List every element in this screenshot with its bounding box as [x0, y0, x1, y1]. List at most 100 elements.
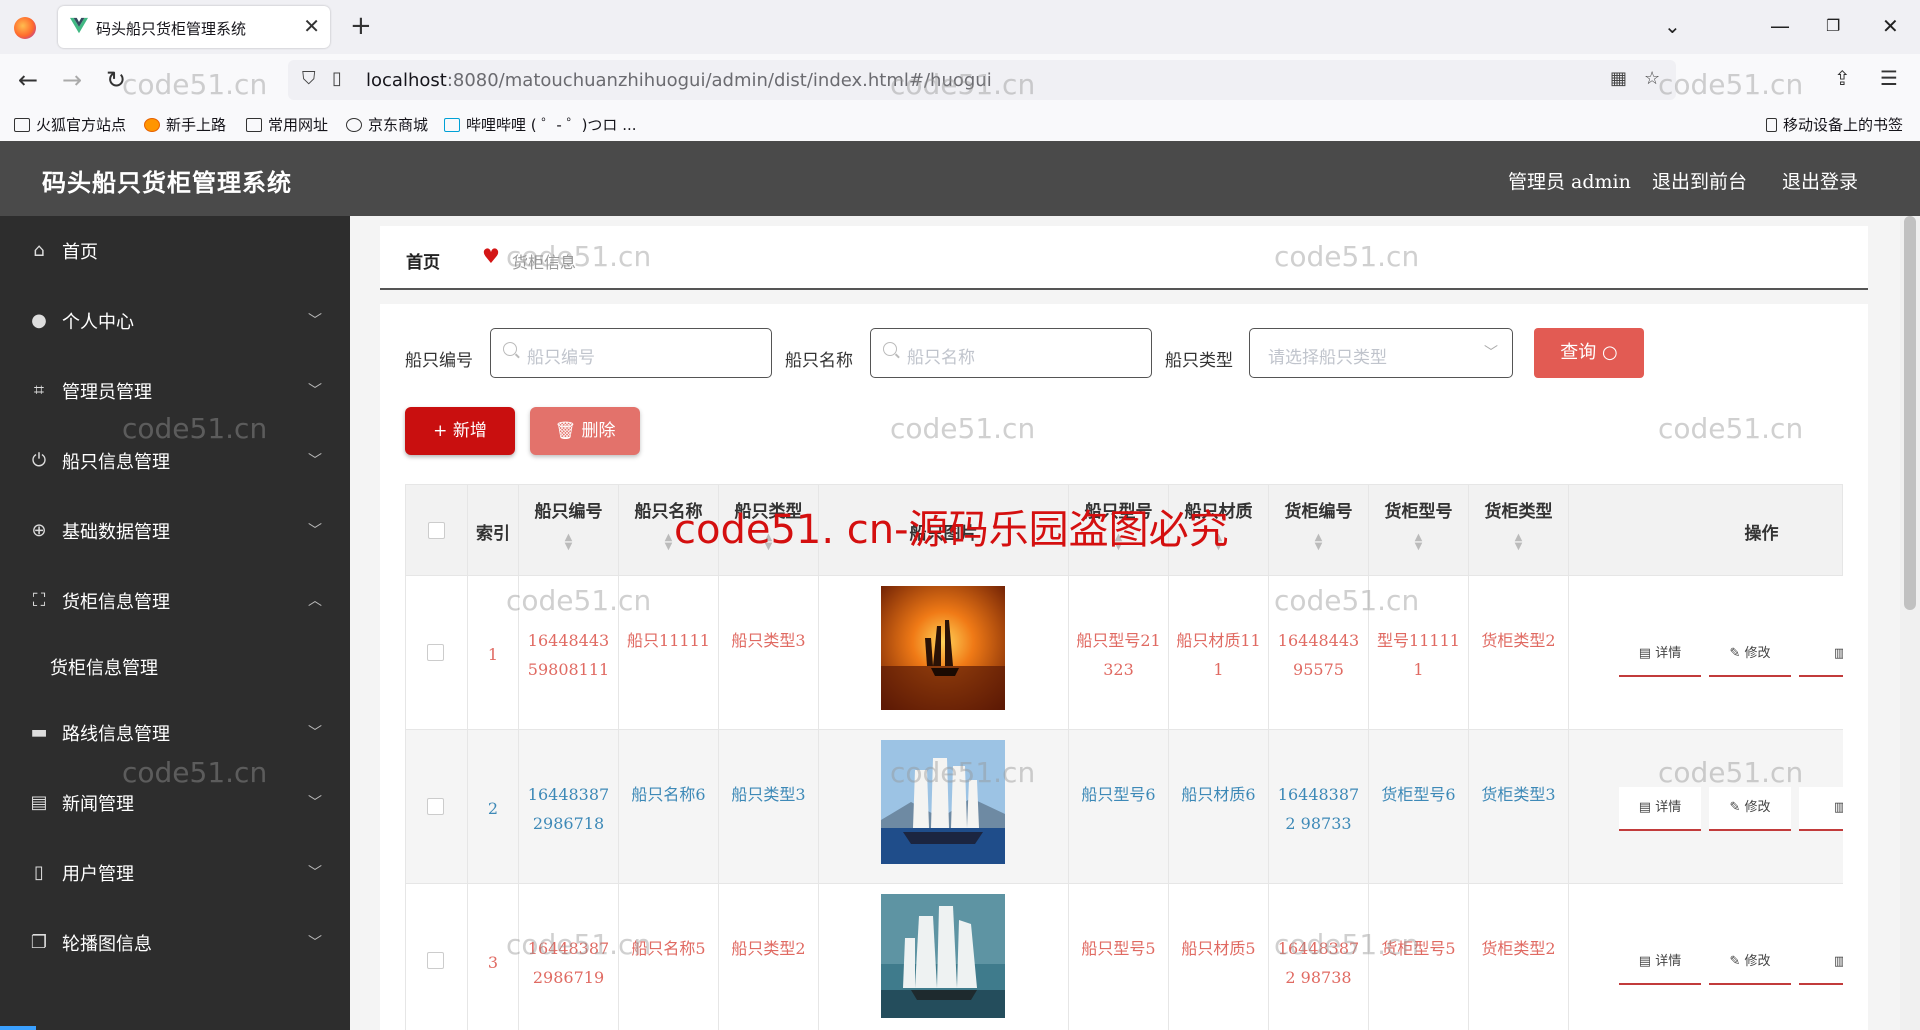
delete-row-button[interactable]: ▥: [1799, 633, 1843, 677]
page-icon[interactable]: ▯: [332, 68, 342, 89]
minimize-icon[interactable]: —: [1770, 12, 1790, 40]
th-ship-model[interactable]: 船只型号 ▲ ▼: [1069, 485, 1169, 577]
sidebar-item-admin-management[interactable]: ⌗ 管理员管理 ﹀: [0, 356, 350, 426]
sidebar-item-carousel[interactable]: ❐ 轮播图信息 ﹀: [0, 908, 350, 978]
sort-icon[interactable]: ▲ ▼: [1469, 533, 1568, 552]
sort-icon[interactable]: ▲ ▼: [719, 533, 818, 552]
sidebar-item-news[interactable]: ▤ 新闻管理 ﹀: [0, 768, 350, 838]
sort-icon[interactable]: ▲ ▼: [1369, 533, 1468, 552]
bookmark-item[interactable]: 新手上路: [144, 114, 226, 135]
qr-code-icon[interactable]: ▦: [1610, 68, 1627, 89]
bookmark-item[interactable]: 京东商城: [346, 114, 428, 135]
select-all-checkbox[interactable]: [428, 522, 445, 539]
add-button[interactable]: + 新增: [405, 407, 515, 455]
detail-button[interactable]: ▤ 详情: [1619, 633, 1701, 677]
th-container-no[interactable]: 货柜编号 ▲ ▼: [1269, 485, 1369, 577]
bookmark-item[interactable]: 常用网址: [246, 114, 328, 135]
back-icon[interactable]: ←: [18, 66, 38, 94]
cell-text: 船只11111: [627, 631, 710, 650]
delete-row-button[interactable]: ▥: [1799, 787, 1843, 831]
browser-tab[interactable]: 码头船只货柜管理系统 ✕: [58, 6, 330, 48]
cell-text: 船只类型2: [731, 939, 806, 958]
sidebar-item-ship-info[interactable]: ⏻ 船只信息管理 ﹀: [0, 426, 350, 496]
url-text[interactable]: localhost:8080/matouchuanzhihuogui/admin…: [366, 70, 992, 91]
sidebar-item-home[interactable]: ⌂ 首页: [0, 216, 350, 286]
sidebar: ⌂ 首页 ● 个人中心 ﹀ ⌗ 管理员管理 ﹀ ⏻ 船只信息管理 ﹀ ⊕ 基础数…: [0, 216, 350, 1030]
ship-name-input[interactable]: 船只名称: [870, 328, 1152, 378]
edit-button[interactable]: ✎ 修改: [1709, 787, 1791, 831]
cell-actions: ▤ 详情 ✎ 修改 ▥: [1569, 576, 1843, 730]
ship-image[interactable]: [881, 740, 1005, 864]
cell-text: 1644844395575: [1277, 631, 1360, 679]
th-container-model[interactable]: 货柜型号 ▲ ▼: [1369, 485, 1469, 577]
th-ship-type[interactable]: 船只类型 ▲ ▼: [719, 485, 819, 577]
forward-icon[interactable]: →: [62, 66, 82, 94]
new-tab-icon[interactable]: +: [350, 10, 372, 42]
edit-icon: ✎: [1729, 954, 1745, 969]
sidebar-subitem-container-info[interactable]: 货柜信息管理: [0, 636, 350, 696]
sidebar-item-label: 船只信息管理: [62, 452, 170, 473]
sidebar-item-label: 新闻管理: [62, 794, 134, 815]
ship-type-select[interactable]: 请选择船只类型 ﹀: [1249, 328, 1513, 378]
edit-button[interactable]: ✎ 修改: [1709, 941, 1791, 985]
ship-no-input[interactable]: 船只编号: [490, 328, 772, 378]
copy-icon: ❐: [30, 932, 48, 953]
bookmark-item[interactable]: 哔哩哔哩 ( ゜- ゜)つロ ...: [444, 114, 637, 135]
th-ship-name[interactable]: 船只名称 ▲ ▼: [619, 485, 719, 577]
sidebar-item-container-info[interactable]: ⛶ 货柜信息管理 ︿: [0, 566, 350, 636]
detail-button[interactable]: ▤ 详情: [1619, 787, 1701, 831]
bookmark-item[interactable]: 火狐官方站点: [14, 114, 126, 135]
row-checkbox[interactable]: [427, 644, 444, 661]
clipboard-icon: ▤: [30, 792, 48, 813]
th-label: 船只图片: [909, 524, 978, 544]
main-content: 首页 ♥ 货柜信息 船只编号 船只编号 船只名称 船只名称 船只类型 请选择船只…: [350, 216, 1902, 1030]
th-label: 船只型号: [1084, 502, 1153, 522]
url-bar[interactable]: ⛉ ▯ localhost:8080/matouchuanzhihuogui/a…: [288, 60, 1676, 100]
sort-icon[interactable]: ▲ ▼: [519, 533, 618, 552]
cell-index: 2: [468, 730, 519, 884]
sidebar-item-route-info[interactable]: ▬ 路线信息管理 ﹀: [0, 698, 350, 768]
bookmark-star-icon[interactable]: ☆: [1644, 68, 1660, 89]
query-button[interactable]: 查询 ○: [1534, 328, 1644, 378]
sort-icon[interactable]: ▲ ▼: [1269, 533, 1368, 552]
sidebar-item-base-data[interactable]: ⊕ 基础数据管理 ﹀: [0, 496, 350, 566]
ship-image[interactable]: [881, 894, 1005, 1018]
th-container-type[interactable]: 货柜类型 ▲ ▼: [1469, 485, 1569, 577]
table-row: 1 1644844359808111 船只11111 船只类型3 船只型号21323 船只…: [405, 576, 1843, 730]
back-to-front-link[interactable]: 退出到前台: [1652, 167, 1747, 194]
cell-text: 164483872 98733: [1277, 785, 1360, 833]
restore-icon[interactable]: ❐: [1826, 12, 1840, 40]
cell-text: 船只名称6: [631, 785, 706, 804]
shield-icon[interactable]: ⛉: [302, 68, 316, 89]
mobile-bookmarks[interactable]: 移动设备上的书签: [1766, 114, 1903, 135]
row-checkbox[interactable]: [427, 798, 444, 815]
sort-icon[interactable]: ▲ ▼: [1169, 533, 1268, 552]
logout-link[interactable]: 退出登录: [1782, 167, 1858, 194]
th-ship-material[interactable]: 船只材质 ▲ ▼: [1169, 485, 1269, 577]
sort-icon[interactable]: ▲ ▼: [1069, 533, 1168, 552]
th-actions: 操作: [1569, 485, 1843, 577]
ship-name-placeholder: 船只名称: [907, 348, 975, 368]
tab-close-icon[interactable]: ✕: [303, 14, 320, 38]
edit-button[interactable]: ✎ 修改: [1709, 633, 1791, 677]
sidebar-item-users[interactable]: ▯ 用户管理 ﹀: [0, 838, 350, 908]
scrollbar-thumb[interactable]: [1904, 216, 1916, 610]
firefox-logo-icon[interactable]: [14, 17, 36, 39]
delete-row-button[interactable]: ▥: [1799, 941, 1843, 985]
breadcrumb-home[interactable]: 首页: [406, 248, 440, 273]
menu-icon[interactable]: ☰: [1880, 66, 1898, 90]
tab-list-icon[interactable]: ⌄: [1664, 12, 1681, 40]
delete-button[interactable]: 🗑 删除: [530, 407, 640, 455]
close-window-icon[interactable]: ✕: [1882, 12, 1899, 40]
row-checkbox[interactable]: [427, 952, 444, 969]
sidebar-item-personal-center[interactable]: ● 个人中心 ﹀: [0, 286, 350, 356]
extensions-icon[interactable]: ⇪: [1834, 66, 1851, 90]
ship-image[interactable]: [881, 586, 1005, 710]
detail-button[interactable]: ▤ 详情: [1619, 941, 1701, 985]
data-table: 索引 船只编号 ▲ ▼ 船只名称 ▲ ▼ 船只类型 ▲ ▼ 船只图片 船只型号 …: [405, 484, 1843, 1030]
page-scrollbar[interactable]: [1900, 216, 1920, 1030]
th-ship-no[interactable]: 船只编号 ▲ ▼: [519, 485, 619, 577]
cell-index: 1: [468, 576, 519, 730]
reload-icon[interactable]: ↻: [106, 66, 126, 94]
sort-icon[interactable]: ▲ ▼: [619, 533, 718, 552]
